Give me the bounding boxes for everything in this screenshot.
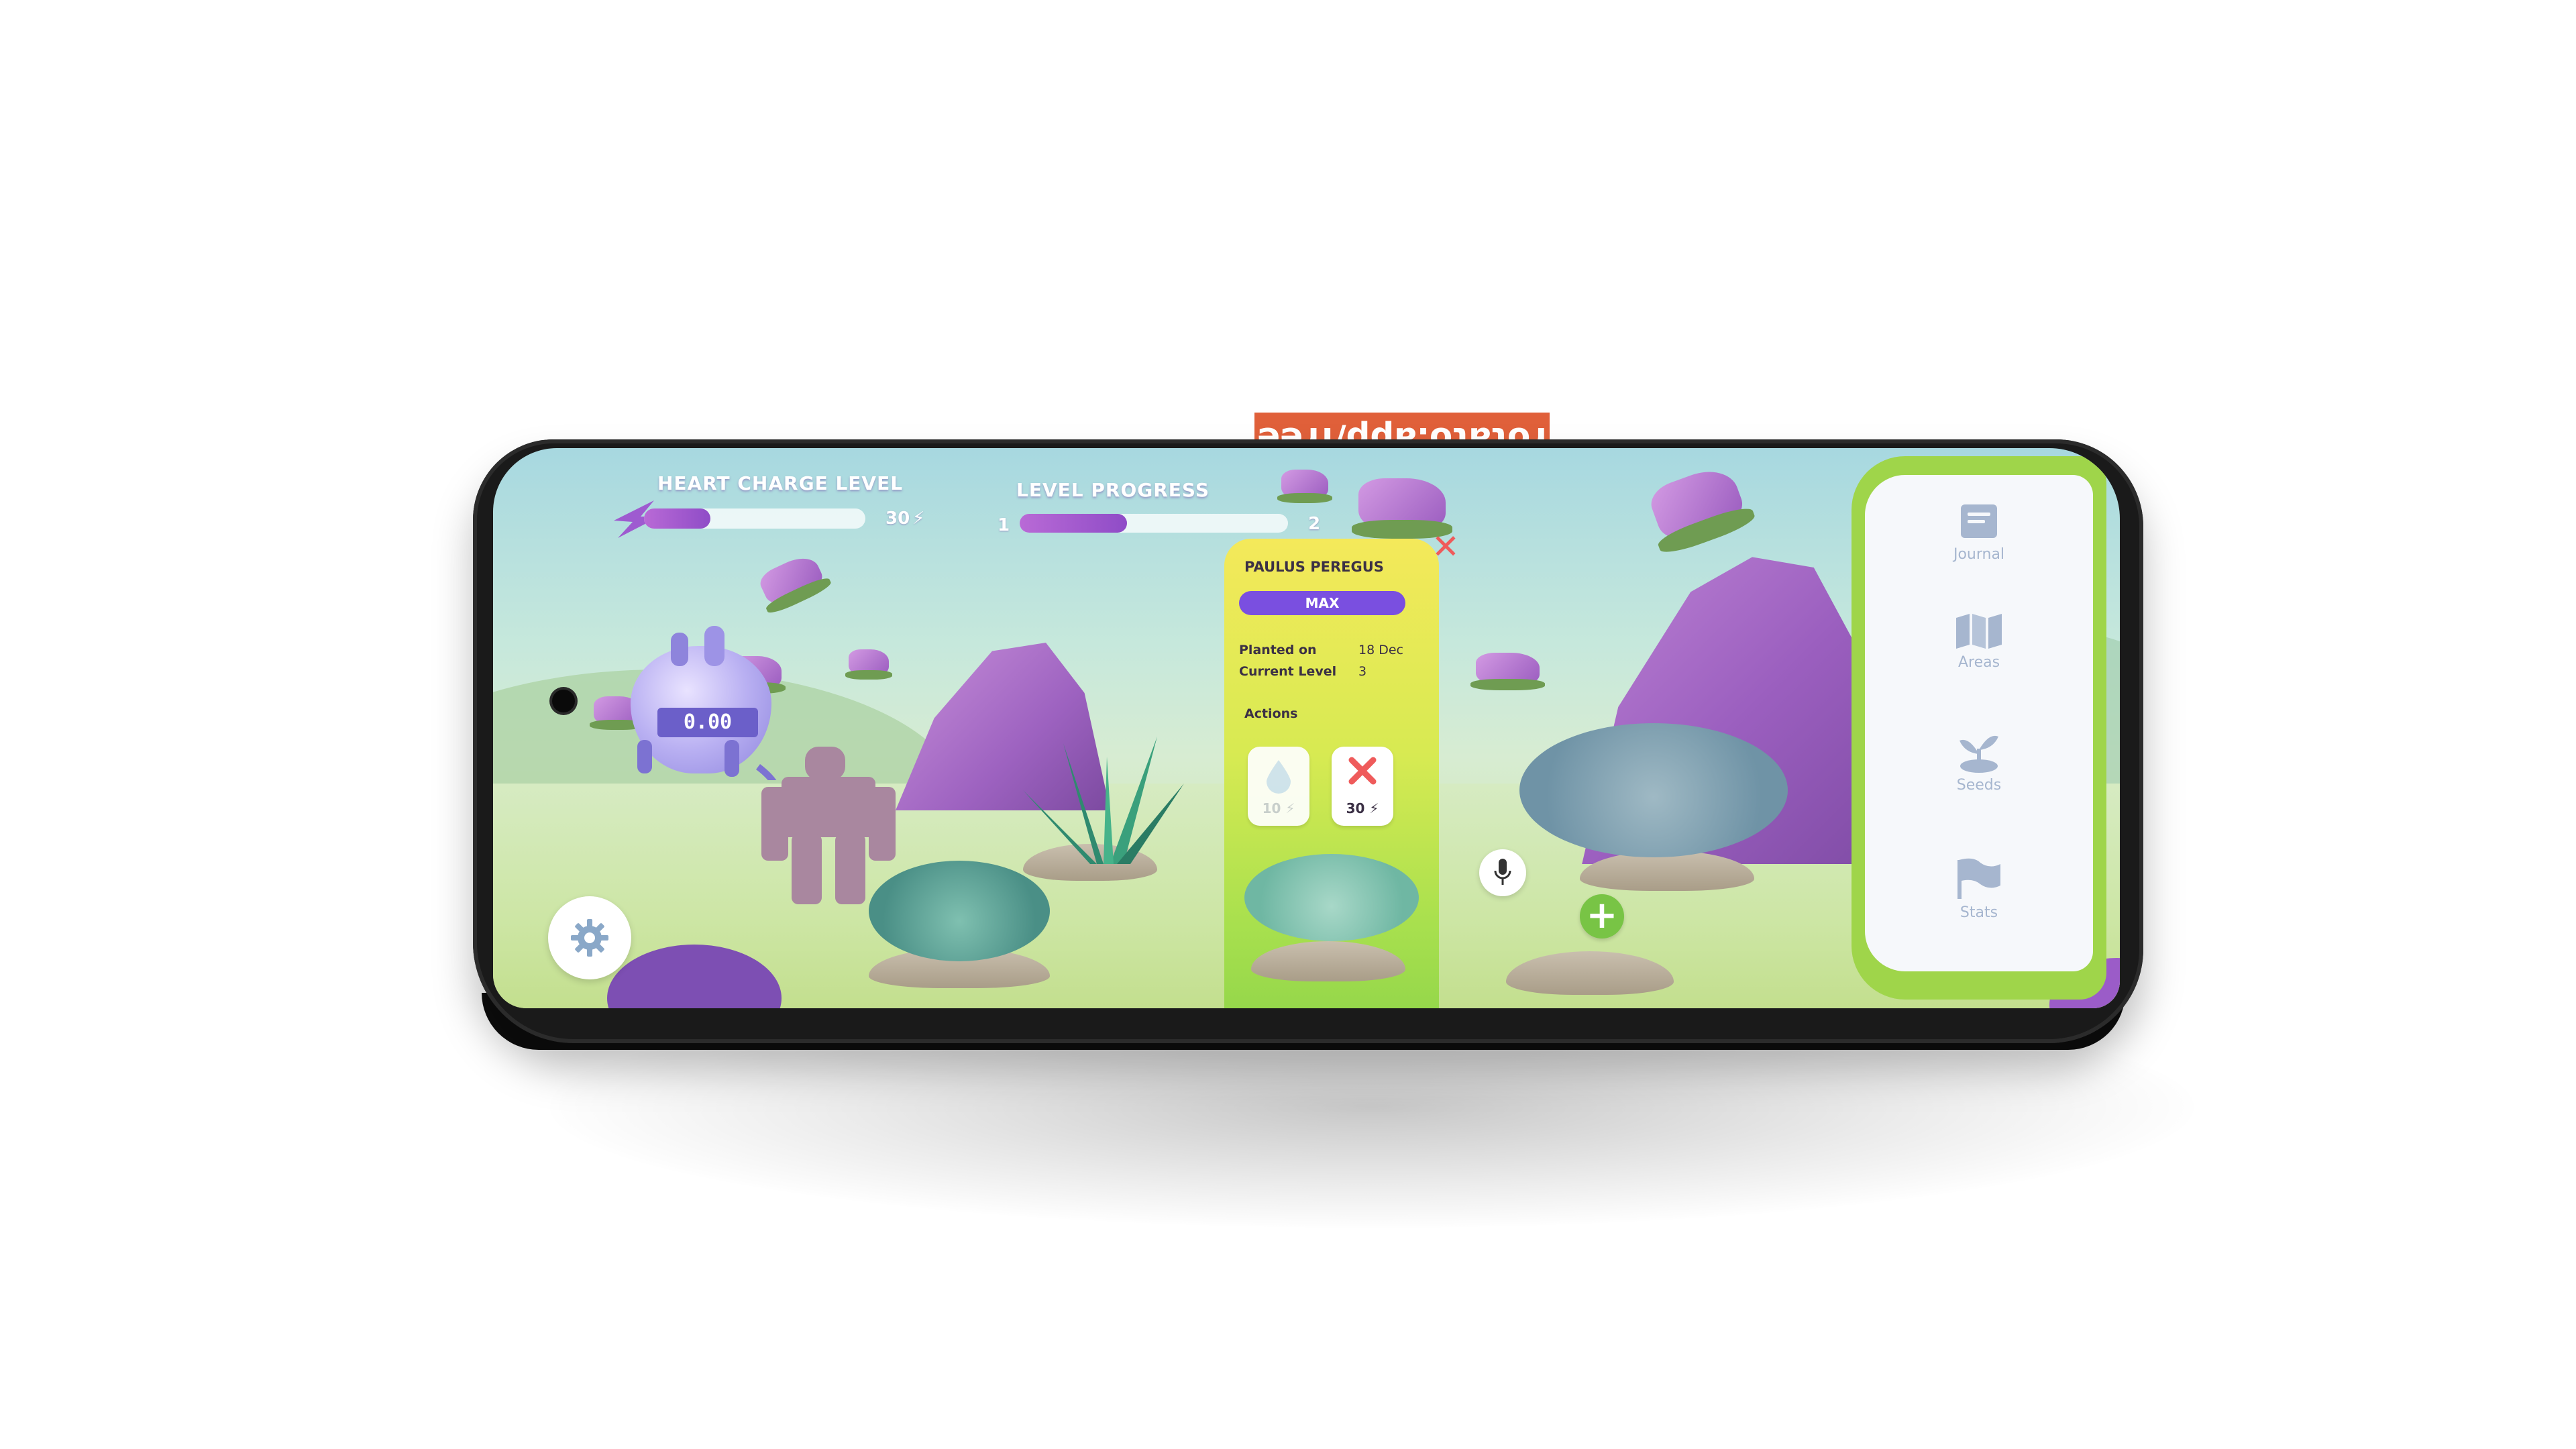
- max-badge: MAX: [1239, 591, 1405, 615]
- water-action-button[interactable]: 10 ⚡: [1248, 747, 1309, 826]
- level-progress-bar: [1020, 514, 1288, 533]
- book-icon: [1961, 504, 1997, 538]
- seedling-icon: [1960, 735, 1998, 773]
- plant-detail-panel: PAULUS PEREGUS MAX Planted on 18 Dec Cur…: [1224, 539, 1439, 1008]
- water-cost: 10 ⚡: [1262, 800, 1295, 816]
- floating-rock: [756, 551, 827, 610]
- heart-charge-label: HEART CHARGE LEVEL: [657, 472, 904, 494]
- remove-cost: 30 ⚡: [1346, 800, 1379, 816]
- soil-mound: [1251, 941, 1405, 981]
- close-panel-button[interactable]: ✕: [1429, 530, 1462, 564]
- round-leaf-plant[interactable]: [1519, 723, 1788, 857]
- level-progress-label: LEVEL PROGRESS: [1016, 479, 1210, 501]
- game-screen: HEART CHARGE LEVEL 30 ⚡ LEVEL PROGRESS 1…: [493, 448, 2120, 1008]
- nav-label-areas: Areas: [1957, 654, 2000, 671]
- heart-vessels-icon: [671, 626, 724, 666]
- cabbage-plant[interactable]: [869, 861, 1050, 961]
- current-level-value: 3: [1358, 664, 1367, 679]
- remove-x-icon: [1348, 757, 1377, 785]
- heart-value-display: 0.00: [657, 708, 758, 737]
- floating-rock: [1351, 478, 1453, 539]
- microphone-button[interactable]: [1479, 849, 1526, 896]
- add-plant-button[interactable]: +: [1580, 894, 1624, 938]
- water-drop-icon: [1267, 760, 1291, 794]
- remove-plant-button[interactable]: 30 ⚡: [1332, 747, 1393, 826]
- heart-charge-fill: [644, 508, 710, 529]
- lightning-small-icon: ⚡: [912, 508, 925, 529]
- heart-charge-bar: [644, 508, 865, 529]
- heart-charge-value: 30: [885, 508, 910, 529]
- nav-item-areas[interactable]: Areas: [1912, 612, 2046, 700]
- microphone-icon: [1494, 859, 1511, 885]
- current-level-label: Current Level: [1239, 664, 1337, 679]
- nav-item-seeds[interactable]: Seeds: [1912, 730, 2046, 817]
- spiky-plant[interactable]: [1023, 730, 1184, 864]
- planted-on-value: 18 Dec: [1358, 643, 1403, 657]
- nav-label-seeds: Seeds: [1956, 777, 2002, 794]
- floating-rock: [1470, 653, 1545, 690]
- nav-item-journal[interactable]: Journal: [1912, 502, 2046, 589]
- nav-label-journal: Journal: [1953, 546, 2005, 563]
- floating-rock: [845, 649, 892, 680]
- plant-name: PAULUS PEREGUS: [1244, 559, 1384, 575]
- actions-label: Actions: [1244, 706, 1298, 721]
- level-progress-fill: [1020, 514, 1127, 533]
- level-start: 1: [998, 515, 1010, 535]
- heart-creature[interactable]: 0.00: [624, 626, 785, 780]
- selected-plant[interactable]: [1244, 854, 1419, 941]
- planted-on-label: Planted on: [1239, 643, 1317, 657]
- nav-item-stats[interactable]: Stats: [1912, 857, 2046, 945]
- flag-icon: [1957, 858, 2000, 899]
- settings-button[interactable]: [548, 896, 631, 979]
- front-camera: [552, 690, 575, 712]
- heart-legs-icon: [637, 740, 777, 780]
- map-icon: [1956, 614, 2002, 649]
- nav-label-stats: Stats: [1960, 904, 1998, 921]
- floating-rock: [1277, 470, 1332, 504]
- level-end: 2: [1308, 514, 1321, 534]
- robot-character[interactable]: [761, 747, 896, 908]
- gear-icon: [571, 919, 608, 957]
- floating-rock: [1646, 462, 1749, 549]
